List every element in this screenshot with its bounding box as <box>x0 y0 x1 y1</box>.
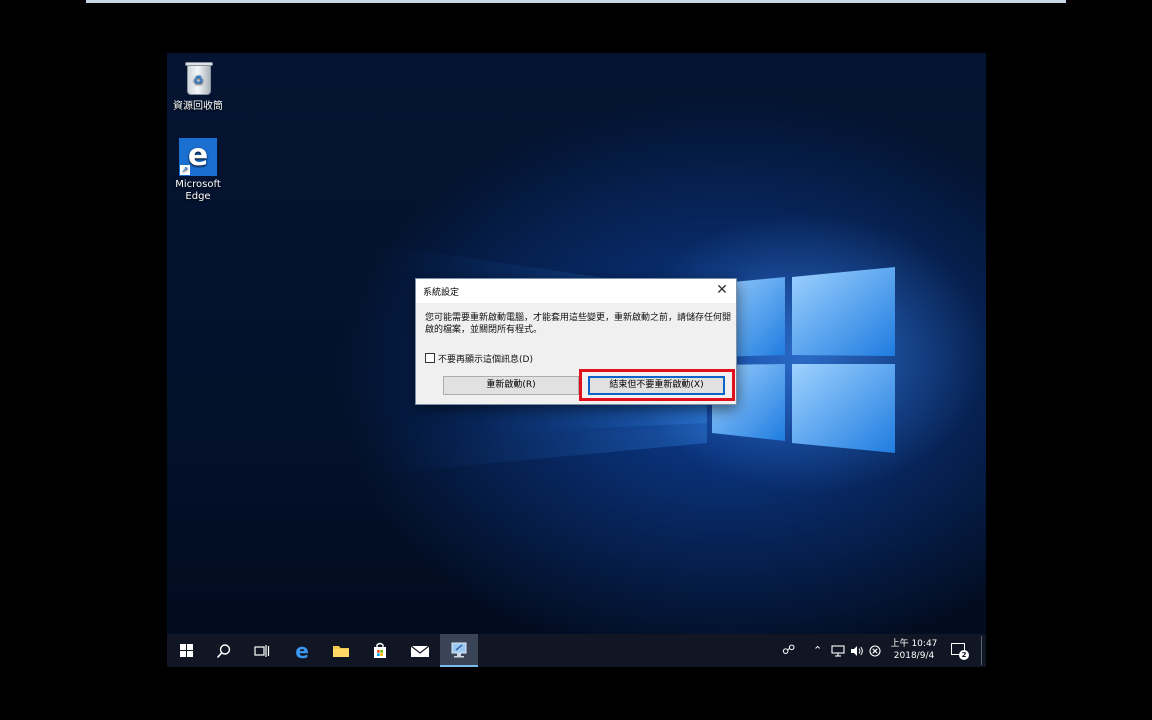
desktop-icon-microsoft-edge[interactable]: e ↗ Microsoft Edge <box>167 137 229 203</box>
people-icon: ☍ <box>782 643 796 658</box>
network-button[interactable] <box>831 634 845 667</box>
edge-label-line1: Microsoft <box>175 179 221 190</box>
top-strip <box>86 0 1066 3</box>
store-icon <box>374 642 386 658</box>
edge-icon: e ↗ <box>168 137 228 177</box>
recycle-bin-icon: ♻ <box>178 59 218 99</box>
dialog-message: 您可能需要重新啟動電腦，才能套用這些變更，重新啟動之前，請儲存任何開啟的檔案，並… <box>425 313 732 335</box>
mail-icon <box>410 645 430 657</box>
dont-show-again-option[interactable]: 不要再顯示這個訊息(D) <box>425 352 533 365</box>
people-button[interactable]: ☍ <box>782 634 795 667</box>
windows-logo-icon <box>179 644 193 657</box>
task-view-button[interactable] <box>243 634 281 667</box>
show-hidden-icons-button[interactable]: ⌃ <box>813 634 822 667</box>
desktop-screen: ♻ 資源回收筒 e ↗ Microsoft Edge 系統設定 ✕ 您可能需要重… <box>167 53 986 667</box>
wallpaper-pane <box>792 364 895 453</box>
desktop-icon-recycle-bin[interactable]: ♻ 資源回收筒 <box>167 59 229 113</box>
start-button[interactable] <box>167 634 205 667</box>
taskbar-edge-button[interactable]: e <box>283 634 321 667</box>
wallpaper-pane <box>792 267 895 356</box>
dont-show-again-checkbox[interactable] <box>425 353 435 363</box>
monitor-settings-icon <box>451 642 467 657</box>
search-button[interactable] <box>205 634 243 667</box>
edge-icon: e <box>295 638 309 663</box>
restart-button[interactable]: 重新啟動(R) <box>443 376 579 395</box>
taskbar-mail-button[interactable] <box>401 634 439 667</box>
recycle-bin-label: 資源回收筒 <box>173 101 223 112</box>
search-icon <box>216 643 231 658</box>
notification-count-badge: 2 <box>959 650 969 660</box>
close-icon[interactable]: ✕ <box>714 282 730 298</box>
task-view-icon <box>254 644 270 657</box>
speaker-icon <box>851 645 863 656</box>
dialog-title: 系統設定 <box>423 288 460 298</box>
taskbar-store-button[interactable] <box>361 634 399 667</box>
taskbar-file-explorer-button[interactable] <box>322 634 360 667</box>
action-center-button[interactable]: 2 <box>949 641 969 661</box>
shortcut-arrow-icon: ↗ <box>180 165 190 175</box>
error-x-icon <box>869 644 881 657</box>
taskbar-clock[interactable]: 上午 10:47 2018/9/4 <box>889 638 939 662</box>
taskbar-system-settings-button[interactable] <box>440 634 478 667</box>
folder-icon <box>333 645 349 657</box>
edge-label-line2: Edge <box>185 191 211 202</box>
system-settings-dialog: 系統設定 ✕ 您可能需要重新啟動電腦，才能套用這些變更，重新啟動之前，請儲存任何… <box>415 278 737 405</box>
network-icon <box>831 644 845 657</box>
dont-show-again-label: 不要再顯示這個訊息(D) <box>438 354 533 365</box>
chevron-up-icon: ⌃ <box>813 644 823 657</box>
show-desktop-button[interactable] <box>981 636 982 665</box>
clock-date: 2018/9/4 <box>893 651 935 661</box>
taskbar: e ☍ ⌃ 上午 10:47 2018/9/4 2 <box>167 634 986 667</box>
action-status-button[interactable] <box>869 634 881 667</box>
clock-time: 上午 10:47 <box>890 639 938 649</box>
volume-button[interactable] <box>850 634 864 667</box>
exit-without-restart-button[interactable]: 結束但不要重新啟動(X) <box>588 376 725 395</box>
dialog-titlebar[interactable]: 系統設定 ✕ <box>416 279 736 303</box>
